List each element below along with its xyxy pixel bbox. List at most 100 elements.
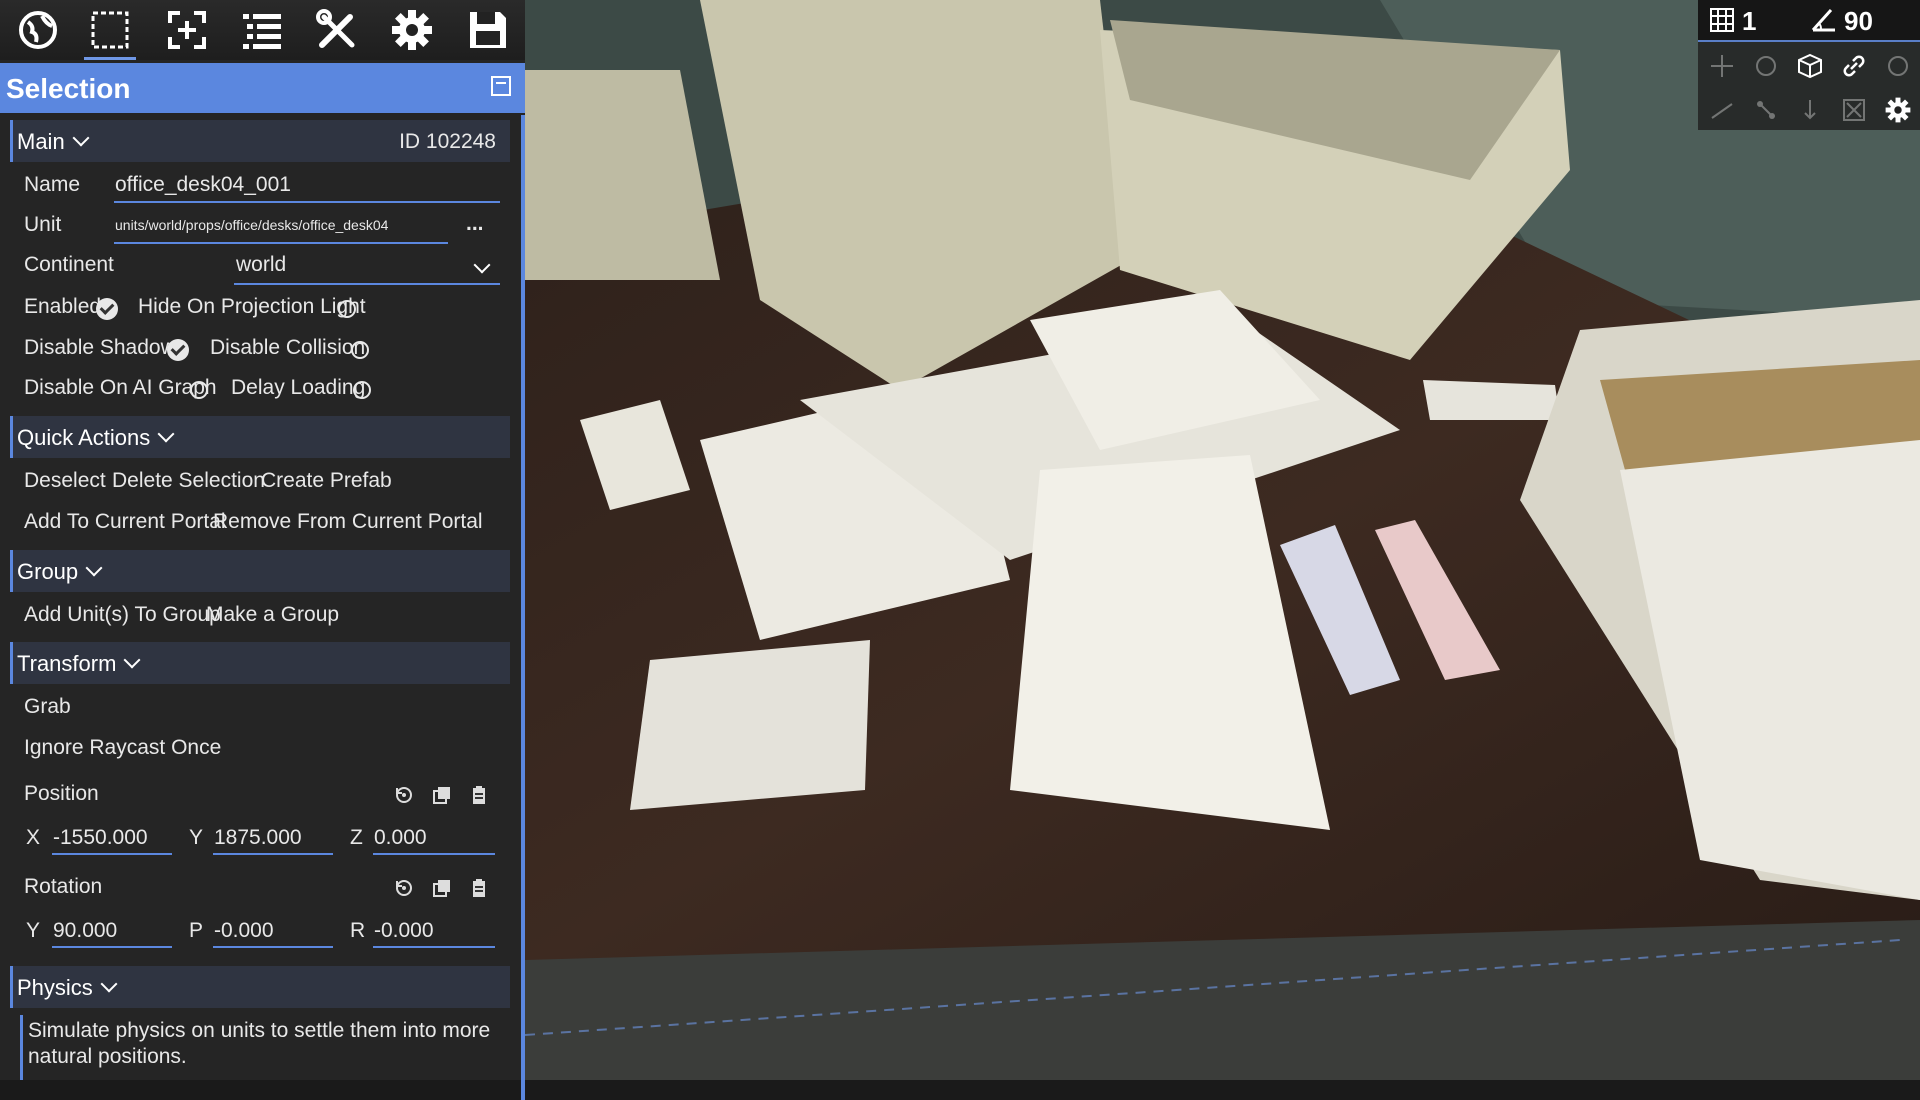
- tools-icon[interactable]: [307, 6, 367, 54]
- angle-snap-icon[interactable]: [1808, 4, 1840, 36]
- continent-underline: [234, 283, 500, 285]
- add-to-portal-button[interactable]: Add To Current Portal: [24, 510, 226, 534]
- delay-loading-label: Delay Loading: [231, 376, 366, 399]
- unlink-icon[interactable]: [1882, 50, 1914, 82]
- snap-edge-icon[interactable]: [1706, 94, 1738, 126]
- settings-icon[interactable]: [382, 6, 442, 54]
- pos-y-underline: [213, 853, 333, 855]
- rot-pitch-underline: [213, 946, 333, 948]
- unit-label: Unit: [24, 213, 62, 236]
- disable-ai-checkbox[interactable]: [190, 381, 208, 399]
- hide-projection-checkbox[interactable]: [338, 300, 356, 318]
- disable-collision-label: Disable Collision: [210, 336, 366, 359]
- unit-browse-button[interactable]: ...: [466, 212, 484, 236]
- rotation-label: Rotation: [24, 875, 103, 898]
- continent-dropdown[interactable]: world: [236, 253, 286, 277]
- pos-z-label: Z: [350, 826, 363, 849]
- ignore-raycast-button[interactable]: Ignore Raycast Once: [24, 736, 221, 760]
- rot-r-label: R: [350, 919, 366, 942]
- pos-z-field[interactable]: 0.000: [374, 826, 427, 850]
- position-copy-icon[interactable]: [431, 784, 453, 806]
- rot-y-label: Y: [26, 919, 41, 942]
- rotation-copy-icon[interactable]: [431, 877, 453, 899]
- section-group-header[interactable]: Group: [10, 550, 510, 592]
- selection-panel: Selection Main ID 102248 Name office_des…: [0, 60, 525, 1100]
- remove-from-portal-button[interactable]: Remove From Current Portal: [213, 510, 483, 534]
- rot-roll-underline: [373, 946, 495, 948]
- link-icon[interactable]: [1838, 50, 1870, 82]
- main-toolbar: [0, 0, 525, 60]
- add-units-to-group-button[interactable]: Add Unit(s) To Group: [24, 603, 221, 627]
- continent-label: Continent: [24, 253, 114, 276]
- pos-x-field[interactable]: -1550.000: [53, 826, 148, 850]
- hierarchy-icon[interactable]: [1750, 94, 1782, 126]
- globe-icon[interactable]: [8, 6, 68, 54]
- collapse-panel-button[interactable]: [491, 76, 511, 96]
- rotate-icon[interactable]: [1750, 50, 1782, 82]
- section-transform-header[interactable]: Transform: [10, 642, 510, 684]
- section-quick-actions-header[interactable]: Quick Actions: [10, 416, 510, 458]
- unit-id: ID 102248: [399, 130, 496, 153]
- name-label: Name: [24, 173, 81, 196]
- physics-description: Simulate physics on units to settle them…: [28, 1019, 491, 1068]
- grab-button[interactable]: Grab: [24, 695, 71, 719]
- add-frame-icon[interactable]: [157, 6, 217, 54]
- panel-header: Selection: [0, 63, 525, 113]
- pos-x-underline: [52, 853, 172, 855]
- chevron-down-icon: [100, 975, 118, 993]
- panel-title: Selection: [6, 73, 131, 104]
- angle-snap-value[interactable]: 90: [1844, 6, 1873, 37]
- section-quick-actions-label: Quick Actions: [17, 425, 151, 450]
- rot-yaw-field[interactable]: 90.000: [53, 919, 117, 943]
- disable-shadows-checkbox[interactable]: [167, 339, 189, 361]
- pos-x-label: X: [26, 826, 41, 849]
- cube-icon[interactable]: [1794, 50, 1826, 82]
- disable-shadows-label: Disable Shadows: [24, 336, 187, 359]
- position-reset-icon[interactable]: [393, 784, 415, 806]
- delay-loading-checkbox[interactable]: [353, 381, 371, 399]
- selection-box-icon[interactable]: [80, 6, 140, 60]
- continent-chevron-down-icon[interactable]: [473, 256, 491, 274]
- save-icon[interactable]: [458, 6, 518, 54]
- hud-settings-icon[interactable]: [1882, 94, 1914, 126]
- pos-y-field[interactable]: 1875.000: [214, 826, 302, 850]
- section-main-label: Main: [17, 129, 65, 154]
- name-field-underline: [114, 201, 500, 203]
- delete-selection-button[interactable]: Delete Selection: [112, 469, 265, 493]
- rotation-paste-icon[interactable]: [468, 877, 490, 899]
- drop-icon[interactable]: [1794, 94, 1826, 126]
- section-transform-label: Transform: [17, 651, 117, 676]
- hide-projection-label: Hide On Projection Light: [138, 295, 366, 318]
- rot-pitch-field[interactable]: -0.000: [214, 919, 274, 943]
- section-main-header[interactable]: Main ID 102248: [10, 120, 510, 162]
- box-x-icon[interactable]: [1838, 94, 1870, 126]
- move-icon[interactable]: [1706, 50, 1738, 82]
- unit-path-field[interactable]: units/world/props/office/desks/office_de…: [115, 217, 388, 233]
- chevron-down-icon: [72, 129, 90, 147]
- disable-ai-label: Disable On AI Graph: [24, 376, 217, 399]
- make-group-button[interactable]: Make a Group: [206, 603, 339, 627]
- grid-icon[interactable]: [1706, 4, 1738, 36]
- position-label: Position: [24, 782, 99, 805]
- list-icon[interactable]: [232, 6, 292, 54]
- create-prefab-button[interactable]: Create Prefab: [261, 469, 392, 493]
- name-field[interactable]: office_desk04_001: [115, 173, 291, 197]
- hud-readout: 1 90: [1698, 0, 1920, 42]
- grid-size-value[interactable]: 1: [1742, 6, 1756, 37]
- section-physics-label: Physics: [17, 975, 93, 1000]
- position-paste-icon[interactable]: [468, 784, 490, 806]
- rotation-reset-icon[interactable]: [393, 877, 415, 899]
- enabled-checkbox[interactable]: [96, 298, 118, 320]
- deselect-button[interactable]: Deselect: [24, 469, 106, 493]
- section-physics-header[interactable]: Physics: [10, 966, 510, 1008]
- rot-roll-field[interactable]: -0.000: [374, 919, 434, 943]
- section-group-label: Group: [17, 559, 79, 584]
- viewport-hud: 1 90: [1698, 0, 1920, 130]
- panel-scrollbar[interactable]: [521, 115, 525, 1100]
- chevron-down-icon: [157, 425, 175, 443]
- disable-collision-checkbox[interactable]: [351, 341, 369, 359]
- enabled-label: Enabled: [24, 295, 102, 318]
- chevron-down-icon: [85, 559, 103, 577]
- pos-z-underline: [373, 853, 495, 855]
- rot-yaw-underline: [52, 946, 172, 948]
